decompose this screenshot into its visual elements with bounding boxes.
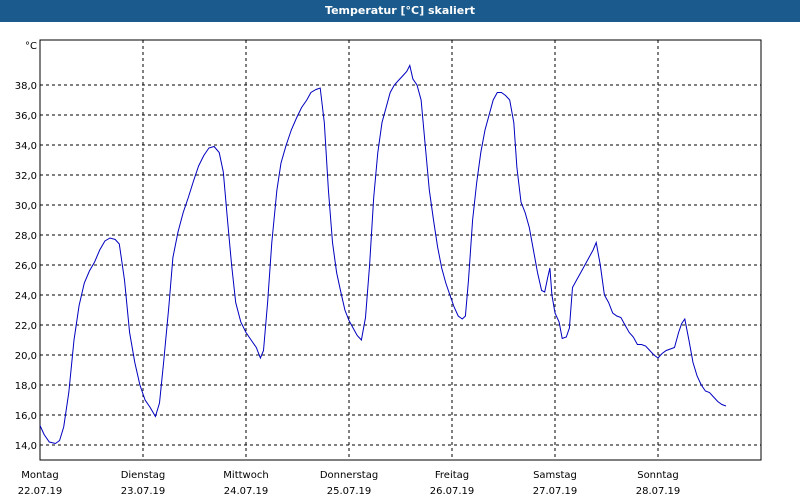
- y-tick-label: 32,0: [15, 171, 37, 182]
- y-tick-label: 36,0: [15, 111, 37, 122]
- y-tick-label: 18,0: [15, 381, 37, 392]
- y-axis-label: °C: [25, 41, 37, 52]
- x-tick-date: 22.07.19: [18, 486, 63, 497]
- y-tick-label: 34,0: [15, 141, 37, 152]
- x-tick-date: 27.07.19: [533, 486, 578, 497]
- x-tick-date: 23.07.19: [121, 486, 166, 497]
- y-tick-label: 14,0: [15, 441, 37, 452]
- y-tick-label: 24,0: [15, 291, 37, 302]
- x-tick-date: 28.07.19: [636, 486, 681, 497]
- x-tick-day: Freitag: [435, 470, 469, 481]
- temperature-chart: 14,0 16,0 18,0 20,0 22,0 24,0 26,0 28,0 30,0 32,0…: [15, 39, 762, 497]
- x-tick-day: Sonntag: [637, 470, 679, 481]
- x-tick-day: Dienstag: [121, 470, 166, 481]
- x-tick-date: 25.07.19: [327, 486, 372, 497]
- y-tick-label: 22,0: [15, 321, 37, 332]
- x-tick-day: Donnerstag: [320, 470, 378, 481]
- y-tick-label: 20,0: [15, 351, 37, 362]
- y-tick-label: 16,0: [15, 411, 37, 422]
- x-tick-day: Samstag: [533, 470, 577, 481]
- x-tick-day: Mittwoch: [223, 470, 268, 481]
- y-tick-label: 26,0: [15, 261, 37, 272]
- x-tick-date: 26.07.19: [430, 486, 475, 497]
- y-tick-label: 28,0: [15, 231, 37, 242]
- plot-area: [40, 40, 761, 460]
- y-tick-label: 38,0: [15, 81, 37, 92]
- x-tick-day: Montag: [21, 470, 58, 481]
- y-tick-label: 30,0: [15, 201, 37, 212]
- x-tick-date: 24.07.19: [224, 486, 269, 497]
